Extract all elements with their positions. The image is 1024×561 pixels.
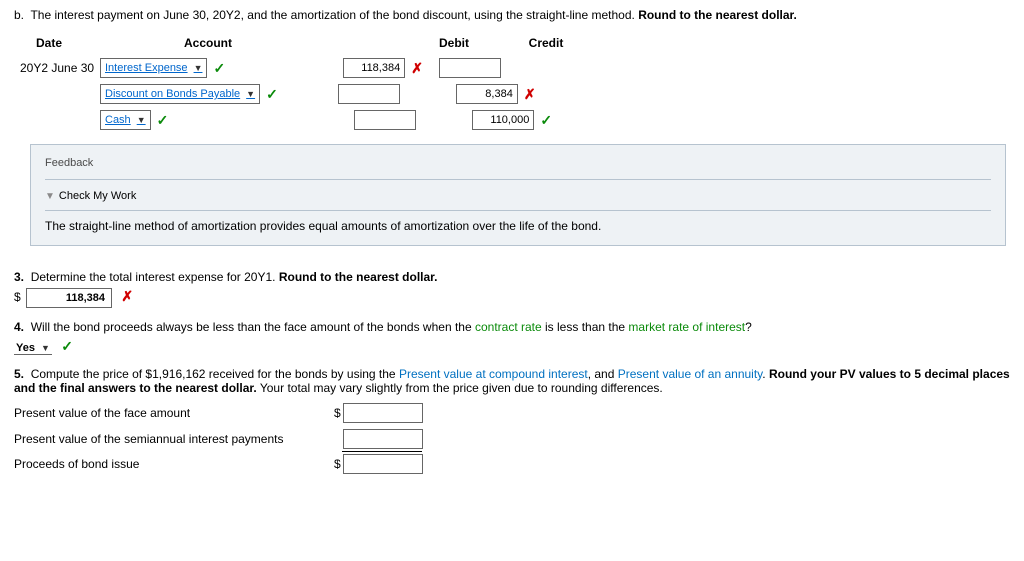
q3-bold: Round to the nearest dollar.: [279, 270, 438, 284]
date-cell: 20Y2 June 30: [20, 61, 100, 75]
dollar-sign: $: [334, 406, 341, 420]
q5-label: 5.: [14, 367, 24, 381]
pv-label-face: Present value of the face amount: [14, 406, 334, 420]
q4-answer-select[interactable]: Yes ▼: [14, 342, 52, 355]
pv-row-interest: Present value of the semiannual interest…: [14, 429, 1010, 449]
check-icon: ✓: [266, 86, 278, 103]
q3-answer-input[interactable]: [26, 288, 112, 308]
pv-annuity-link[interactable]: Present value of an annuity: [618, 367, 763, 381]
debit-input-3[interactable]: [354, 110, 416, 130]
dollar-sign: $: [14, 290, 21, 304]
pv-table: Present value of the face amount $ Prese…: [14, 403, 1010, 474]
q3-label: 3.: [14, 270, 24, 284]
pv-label-proceeds: Proceeds of bond issue: [14, 457, 334, 471]
dollar-sign: $: [334, 457, 341, 471]
debit-input-1[interactable]: [343, 58, 405, 78]
pv-label-interest: Present value of the semiannual interest…: [14, 432, 334, 446]
check-icon: ✓: [540, 112, 552, 129]
q5-text-a: Compute the price of $1,916,162 received…: [31, 367, 399, 381]
credit-input-3[interactable]: [472, 110, 534, 130]
account-label: Discount on Bonds Payable: [105, 88, 240, 100]
q4-text-a: Will the bond proceeds always be less th…: [31, 320, 475, 334]
account-select-discount-bonds[interactable]: Discount on Bonds Payable ▼: [100, 84, 260, 104]
debit-input-2[interactable]: [338, 84, 400, 104]
journal-row-2: Discount on Bonds Payable ▼ ✓ ✗: [14, 84, 634, 104]
account-select-cash[interactable]: Cash ▼: [100, 110, 151, 130]
q3-text: Determine the total interest expense for…: [31, 270, 279, 284]
credit-input-1[interactable]: [439, 58, 501, 78]
account-select-interest-expense[interactable]: Interest Expense ▼: [100, 58, 207, 78]
journal-headers: Date Account Debit Credit: [14, 34, 1010, 58]
q5-text-b: , and: [588, 367, 618, 381]
market-rate-link[interactable]: market rate of interest: [628, 320, 745, 334]
check-icon: ✓: [213, 60, 225, 77]
th-date: Date: [36, 36, 136, 50]
check-my-work-label: Check My Work: [59, 190, 136, 202]
th-account: Account: [184, 36, 384, 50]
chevron-down-icon: ▼: [137, 115, 146, 125]
q4-value: Yes: [16, 342, 35, 354]
q5-tail: Your total may vary slightly from the pr…: [260, 381, 663, 395]
q4-label: 4.: [14, 320, 24, 334]
journal-row-1: 20Y2 June 30 Interest Expense ▼ ✓ ✗: [14, 58, 634, 78]
feedback-title: Feedback: [45, 157, 991, 169]
th-debit: Debit: [414, 36, 494, 50]
qb-label: b.: [14, 8, 24, 22]
feedback-box: Feedback ▼ Check My Work The straight-li…: [30, 144, 1006, 246]
question-4: 4. Will the bond proceeds always be less…: [14, 320, 1010, 355]
chevron-down-icon: ▼: [246, 89, 255, 99]
account-label: Interest Expense: [105, 62, 188, 74]
pv-row-proceeds: Proceeds of bond issue $: [14, 454, 1010, 474]
qb-text: The interest payment on June 30, 20Y2, a…: [30, 8, 638, 22]
triangle-down-icon: ▼: [45, 191, 55, 202]
contract-rate-link[interactable]: contract rate: [475, 320, 542, 334]
divider: [45, 179, 991, 180]
x-icon: ✗: [121, 288, 133, 304]
credit-input-2[interactable]: [456, 84, 518, 104]
pv-compound-link[interactable]: Present value at compound interest: [399, 367, 588, 381]
check-my-work-row[interactable]: ▼ Check My Work: [45, 190, 991, 211]
question-3: 3. Determine the total interest expense …: [14, 270, 1010, 308]
th-credit: Credit: [506, 36, 586, 50]
question-5: 5. Compute the price of $1,916,162 recei…: [14, 367, 1010, 474]
pv-interest-input[interactable]: [343, 429, 423, 449]
chevron-down-icon: ▼: [41, 343, 50, 353]
q5-text-c: .: [762, 367, 769, 381]
check-icon: ✓: [157, 112, 169, 129]
chevron-down-icon: ▼: [194, 63, 203, 73]
x-icon: ✗: [411, 60, 423, 77]
journal-row-3: Cash ▼ ✓ ✓: [14, 110, 634, 130]
pv-row-face: Present value of the face amount $: [14, 403, 1010, 423]
total-line: [342, 451, 422, 452]
pv-face-input[interactable]: [343, 403, 423, 423]
question-b-text: b. The interest payment on June 30, 20Y2…: [14, 8, 1010, 22]
q4-tail: ?: [745, 320, 752, 334]
x-icon: ✗: [524, 86, 536, 103]
pv-proceeds-input[interactable]: [343, 454, 423, 474]
feedback-content: The straight-line method of amortization…: [45, 219, 991, 233]
account-label: Cash: [105, 114, 131, 126]
check-icon: ✓: [61, 338, 73, 354]
q4-text-b: is less than the: [545, 320, 628, 334]
qb-bold: Round to the nearest dollar.: [638, 8, 797, 22]
